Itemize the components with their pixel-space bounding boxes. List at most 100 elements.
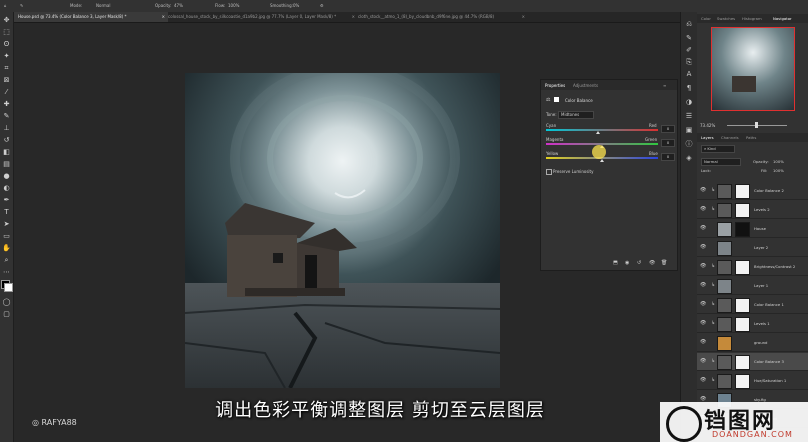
gradient-tool-icon[interactable]: ▤ <box>2 160 11 169</box>
tab-layers[interactable]: Layers <box>701 135 714 140</box>
path-selection-tool-icon[interactable]: ➤ <box>2 220 11 229</box>
layer-row[interactable]: 👁 ground <box>697 334 808 352</box>
layer-row[interactable]: 👁 ↳ Color Balance 1 <box>697 296 808 314</box>
layer-row[interactable]: 👁 ↳ Color Balance 3 <box>697 353 808 371</box>
move-tool-icon[interactable]: ✥ <box>2 16 11 25</box>
visibility-icon[interactable]: 👁 <box>649 260 655 266</box>
crop-tool-icon[interactable]: ⌗ <box>2 64 11 73</box>
layer-name[interactable]: Layer 2 <box>754 245 768 250</box>
dodge-tool-icon[interactable]: ◐ <box>2 184 11 193</box>
type-tool-icon[interactable]: T <box>2 208 11 217</box>
character-icon[interactable]: A <box>684 70 694 78</box>
yellow-blue-value[interactable]: 0 <box>661 153 675 161</box>
visibility-eye-icon[interactable]: 👁 <box>700 187 706 193</box>
visibility-eye-icon[interactable]: 👁 <box>700 320 706 326</box>
visibility-eye-icon[interactable]: 👁 <box>700 301 706 307</box>
brush-settings-icon[interactable]: ✎ <box>684 34 694 42</box>
layer-row[interactable]: 👁 ↳ Brightness/Contrast 2 <box>697 258 808 276</box>
smoothing-input[interactable]: 0% <box>293 3 299 8</box>
healing-brush-tool-icon[interactable]: ✚ <box>2 100 11 109</box>
layer-row[interactable]: 👁 ↳ Levels 1 <box>697 315 808 333</box>
layer-thumbnail[interactable] <box>717 374 732 389</box>
layer-thumbnail[interactable] <box>717 222 732 237</box>
blur-tool-icon[interactable]: ● <box>2 172 11 181</box>
magenta-green-value[interactable]: 0 <box>661 139 675 147</box>
visibility-eye-icon[interactable]: 👁 <box>700 339 706 345</box>
rectangle-tool-icon[interactable]: ▭ <box>2 232 11 241</box>
layer-row[interactable]: 👁 ↳ Hue/Saturation 1 <box>697 372 808 390</box>
layer-name[interactable]: Color Balance 2 <box>754 188 784 193</box>
tone-select[interactable]: Midtones <box>558 111 594 119</box>
layers-icon[interactable]: ◈ <box>684 154 694 162</box>
magic-wand-tool-icon[interactable]: ✦ <box>2 52 11 61</box>
tab-adjustments[interactable]: Adjustments <box>573 83 598 88</box>
tab-color[interactable]: Color <box>701 16 711 21</box>
preserve-luminosity-checkbox[interactable] <box>546 169 552 175</box>
layer-thumbnail[interactable] <box>717 260 732 275</box>
visibility-eye-icon[interactable]: 👁 <box>700 358 706 364</box>
delete-icon[interactable]: 🗑 <box>661 260 667 266</box>
navigator-preview[interactable] <box>711 27 795 111</box>
layer-row[interactable]: 👁 Layer 2 <box>697 239 808 257</box>
fill-input[interactable]: 100% <box>773 168 784 173</box>
more-tools-icon[interactable]: ⋯ <box>2 268 11 277</box>
frame-tool-icon[interactable]: ⊠ <box>2 76 11 85</box>
visibility-eye-icon[interactable]: 👁 <box>700 377 706 383</box>
properties-icon[interactable]: ☰ <box>684 112 694 120</box>
visibility-eye-icon[interactable]: 👁 <box>700 282 706 288</box>
eyedropper-tool-icon[interactable]: ⁄ <box>2 88 11 97</box>
yellow-blue-slider-thumb[interactable] <box>600 159 604 162</box>
layer-row[interactable]: 👁 House <box>697 220 808 238</box>
home-icon[interactable]: ⌂ <box>4 3 7 8</box>
layer-name[interactable]: Hue/Saturation 1 <box>754 378 786 383</box>
layer-mask-thumbnail[interactable] <box>735 355 750 370</box>
layer-name[interactable]: Color Balance 1 <box>754 302 784 307</box>
layer-thumbnail[interactable] <box>717 241 732 256</box>
brush-tool-icon[interactable]: ✎ <box>20 3 23 8</box>
info-icon[interactable]: ⓘ <box>684 140 694 148</box>
layer-mask-thumbnail[interactable] <box>735 298 750 313</box>
screen-mode-icon[interactable]: ▢ <box>2 310 11 319</box>
opacity-input[interactable]: 100% <box>773 159 784 164</box>
layer-name[interactable]: ground <box>754 340 767 345</box>
zoom-value[interactable]: 73.42% <box>700 123 715 128</box>
flow-input[interactable]: 100% <box>228 3 239 8</box>
settings-gear-icon[interactable]: ⚙ <box>320 3 324 8</box>
layer-mask-thumbnail[interactable] <box>735 203 750 218</box>
mask-icon[interactable] <box>554 97 559 102</box>
lasso-tool-icon[interactable]: ʘ <box>2 40 11 49</box>
opacity-input[interactable]: 47% <box>174 3 183 8</box>
tab-properties[interactable]: Properties <box>545 83 565 88</box>
tab-navigator[interactable]: Navigator <box>773 16 792 21</box>
layer-mask-thumbnail[interactable] <box>735 374 750 389</box>
visibility-eye-icon[interactable]: 👁 <box>700 263 706 269</box>
layer-name[interactable]: Brightness/Contrast 2 <box>754 264 795 269</box>
view-previous-icon[interactable]: ◉ <box>625 260 629 266</box>
cyan-red-value[interactable]: 0 <box>661 125 675 133</box>
layer-row[interactable]: 👁 ↳ Color Balance 2 <box>697 182 808 200</box>
layer-thumbnail[interactable] <box>717 317 732 332</box>
hand-tool-icon[interactable]: ✋ <box>2 244 11 253</box>
layer-mask-thumbnail[interactable] <box>735 222 750 237</box>
pen-tool-icon[interactable]: ✒ <box>2 196 11 205</box>
visibility-eye-icon[interactable]: 👁 <box>700 244 706 250</box>
layer-thumbnail[interactable] <box>717 355 732 370</box>
layer-name[interactable]: Levels 1 <box>754 321 770 326</box>
blend-mode-select[interactable]: Normal <box>701 158 741 166</box>
history-icon[interactable]: ⎌ <box>684 20 694 28</box>
cyan-red-slider[interactable] <box>546 129 658 131</box>
reset-icon[interactable]: ↺ <box>637 260 641 266</box>
tab-house-psd[interactable]: House.psd @ 73.4% (Color Balance 3, Laye… <box>14 12 168 22</box>
layer-thumbnail[interactable] <box>717 336 732 351</box>
zoom-slider-thumb[interactable] <box>755 122 758 128</box>
layer-row[interactable]: 👁 ↳ Levels 2 <box>697 201 808 219</box>
tab-cloud-stock[interactable]: cloth_stock__atmo_1_(8)_by_cloudbnb_d9f6… <box>354 12 528 22</box>
tab-histogram[interactable]: Histogram <box>742 16 762 21</box>
tab-channels[interactable]: Channels <box>721 135 739 140</box>
visibility-eye-icon[interactable]: 👁 <box>700 225 706 231</box>
close-icon[interactable]: × <box>522 12 525 22</box>
quick-mask-icon[interactable]: ◯ <box>2 298 11 307</box>
history-brush-tool-icon[interactable]: ↺ <box>2 136 11 145</box>
visibility-eye-icon[interactable]: 👁 <box>700 206 706 212</box>
adjustments-icon[interactable]: ◑ <box>684 98 694 106</box>
